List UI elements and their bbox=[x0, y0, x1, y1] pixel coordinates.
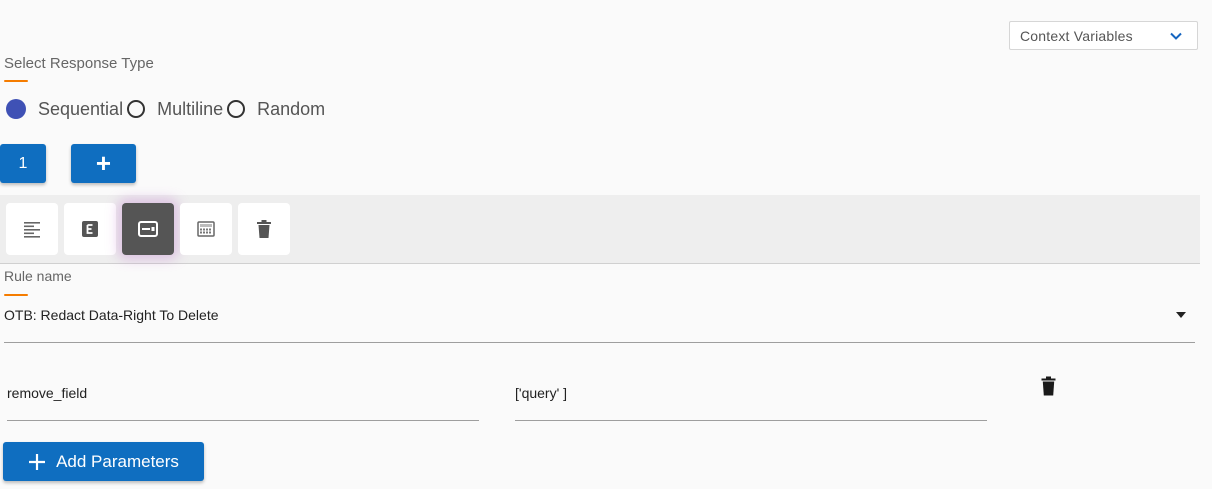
radio-sequential[interactable] bbox=[6, 99, 26, 119]
chevron-down-icon bbox=[1170, 32, 1182, 40]
caret-down-icon[interactable] bbox=[1174, 310, 1188, 320]
context-variables-label: Context Variables bbox=[1020, 27, 1133, 44]
response-type-accent bbox=[4, 80, 28, 82]
rule-name-select[interactable]: OTB: Redact Data-Right To Delete bbox=[4, 307, 219, 323]
radio-multiline[interactable] bbox=[127, 100, 146, 118]
trash-icon bbox=[257, 220, 271, 238]
radio-random[interactable] bbox=[227, 100, 246, 118]
e-block-tool[interactable] bbox=[64, 203, 116, 255]
rule-name-underline bbox=[4, 342, 1195, 343]
grid-pattern-tool[interactable] bbox=[180, 203, 232, 255]
parameter-value-input[interactable]: ['query' ] bbox=[515, 385, 567, 401]
delete-block-tool[interactable] bbox=[238, 203, 290, 255]
add-parameters-button[interactable]: Add Parameters bbox=[3, 442, 204, 481]
plus-icon bbox=[29, 453, 46, 470]
response-type-radio-group: Sequential Multiline Random bbox=[6, 96, 329, 122]
grid-pattern-icon bbox=[197, 221, 215, 237]
text-format-icon bbox=[24, 222, 40, 238]
parameter-name-underline bbox=[7, 420, 479, 421]
parameter-value-underline bbox=[515, 420, 987, 421]
response-1-button[interactable]: 1 bbox=[0, 144, 46, 183]
radio-label-sequential[interactable]: Sequential bbox=[38, 99, 123, 120]
text-format-tool[interactable] bbox=[6, 203, 58, 255]
radio-label-multiline[interactable]: Multiline bbox=[157, 99, 223, 120]
add-parameters-label: Add Parameters bbox=[56, 451, 179, 471]
rule-name-caption: Rule name bbox=[4, 268, 72, 284]
add-response-button[interactable]: + bbox=[71, 144, 136, 183]
parameter-name-input[interactable]: remove_field bbox=[7, 385, 87, 401]
context-variables-select[interactable]: Context Variables bbox=[1009, 21, 1198, 50]
rule-name-accent bbox=[4, 294, 28, 296]
response-type-caption: Select Response Type bbox=[4, 55, 154, 72]
radio-label-random[interactable]: Random bbox=[257, 99, 325, 120]
card-tool[interactable] bbox=[122, 203, 174, 255]
e-block-icon bbox=[82, 221, 98, 237]
card-icon bbox=[138, 221, 158, 237]
delete-parameter-trash-icon[interactable] bbox=[1041, 376, 1056, 396]
